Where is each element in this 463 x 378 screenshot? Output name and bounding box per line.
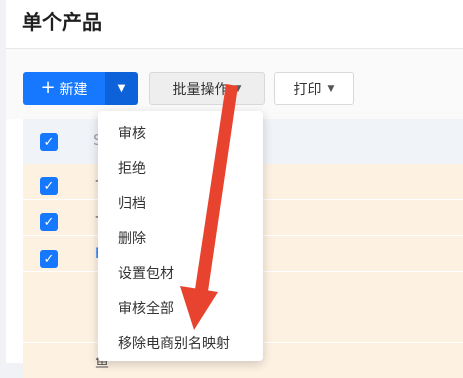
new-button-group: + 新建 ▼: [23, 72, 138, 105]
batch-actions-label: 批量操作: [172, 81, 229, 98]
row-checkbox[interactable]: ✓: [40, 213, 58, 231]
new-button-label: 新建: [59, 81, 88, 98]
row-checkbox[interactable]: ✓: [40, 177, 58, 195]
check-icon: ✓: [43, 178, 55, 194]
caret-down-icon: ▼: [327, 83, 335, 94]
new-dropdown-toggle[interactable]: ▼: [105, 72, 138, 105]
menu-item-set-packaging[interactable]: 设置包材: [98, 257, 263, 292]
menu-item-archive[interactable]: 归档: [98, 187, 263, 222]
menu-item-reject[interactable]: 拒绝: [98, 152, 263, 187]
check-icon: ✓: [43, 251, 55, 267]
batch-actions-menu: 审核 拒绝 归档 删除 设置包材 审核全部 移除电商别名映射: [98, 111, 263, 361]
menu-item-approve[interactable]: 审核: [98, 117, 263, 152]
row-checkbox[interactable]: ✓: [40, 250, 58, 268]
menu-item-approve-all[interactable]: 审核全部: [98, 292, 263, 327]
select-all-checkbox[interactable]: ✓: [40, 133, 58, 151]
caret-down-icon: ▼: [117, 83, 126, 94]
new-button[interactable]: + 新建: [23, 72, 105, 105]
menu-item-remove-alias-mapping[interactable]: 移除电商别名映射: [98, 327, 263, 362]
page-title: 单个产品: [22, 10, 102, 34]
batch-actions-button[interactable]: 批量操作 ▼: [149, 72, 265, 105]
plus-icon: +: [40, 76, 56, 98]
print-label: 打印: [293, 81, 322, 98]
print-button[interactable]: 打印 ▼: [274, 72, 354, 105]
check-icon: ✓: [43, 214, 55, 230]
caret-down-icon: ▼: [234, 83, 242, 94]
check-icon: ✓: [43, 134, 55, 150]
menu-item-delete[interactable]: 删除: [98, 222, 263, 257]
